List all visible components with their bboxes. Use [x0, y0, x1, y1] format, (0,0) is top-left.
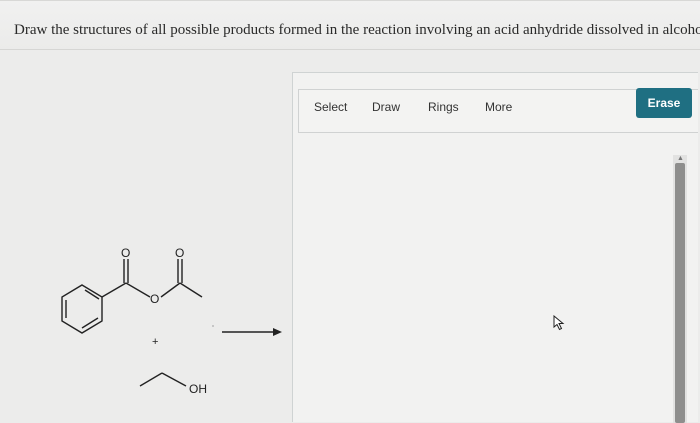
bond-ring-carbonyl	[101, 282, 127, 298]
anhydride-o1: O	[121, 246, 130, 260]
more-tool-button[interactable]: More	[485, 100, 512, 114]
anhydride-o2: O	[175, 246, 184, 260]
benzene-ring	[61, 284, 103, 334]
scrollbar-thumb[interactable]	[675, 163, 685, 423]
canvas-scrollbar[interactable]: ▲	[673, 155, 687, 423]
mouse-pointer-icon	[553, 314, 565, 336]
scroll-up-arrow-icon[interactable]: ▲	[677, 155, 684, 162]
question-bar: Draw the structures of all possible prod…	[0, 0, 700, 50]
reaction-scheme-drawing: O O O + OH	[61, 246, 282, 396]
draw-tool-button[interactable]: Draw	[372, 100, 400, 114]
rings-tool-button[interactable]: Rings	[428, 100, 459, 114]
select-tool-button[interactable]: Select	[314, 100, 347, 114]
reaction-scheme: O O O + OH	[30, 230, 300, 410]
alcohol-oh-label: OH	[189, 382, 207, 396]
ethanol-bonds	[139, 372, 163, 387]
drawing-canvas[interactable]	[298, 133, 673, 423]
erase-button[interactable]: Erase	[636, 88, 692, 118]
structure-editor: Select Draw Rings More Erase ▲	[292, 72, 698, 423]
bridging-o: O	[150, 292, 159, 306]
question-text: Draw the structures of all possible prod…	[14, 22, 700, 38]
plus-sign: +	[152, 336, 158, 348]
